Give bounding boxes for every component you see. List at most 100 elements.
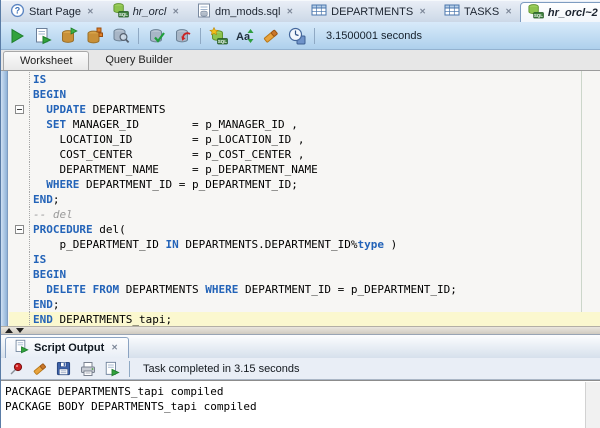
tab-label: hr_orcl [132, 5, 167, 18]
output-tab-strip: Script Output ✕ [1, 335, 600, 358]
splitter-collapse-down-icon[interactable] [16, 328, 24, 333]
code-line[interactable]: END; [9, 192, 600, 207]
unshared-worksheet-button[interactable]: SQL [208, 25, 229, 46]
tab-hr-orcl-2[interactable]: SQL hr_orcl~2 ✕ [519, 2, 600, 22]
pin-button[interactable] [7, 360, 24, 377]
code-text: WHERE DEPARTMENT_ID = p_DEPARTMENT_ID; [46, 178, 298, 191]
tab-worksheet[interactable]: Worksheet [3, 51, 90, 70]
close-icon[interactable]: ✕ [109, 343, 120, 353]
toolbar-separator [129, 360, 130, 377]
toolbar-separator [138, 27, 139, 44]
tab-label: Script Output [34, 342, 105, 354]
sql-history-button[interactable] [286, 25, 307, 46]
code-text: SET MANAGER_ID = p_MANAGER_ID , [46, 118, 298, 131]
code-line[interactable]: DEPARTMENT_NAME = p_DEPARTMENT_NAME [9, 162, 600, 177]
table-icon [311, 3, 327, 20]
code-line[interactable]: END; [9, 297, 600, 312]
clear-button[interactable] [260, 25, 281, 46]
code-line[interactable]: UPDATE DEPARTMENTS [9, 102, 600, 117]
close-icon[interactable]: ✕ [170, 7, 181, 17]
splitter-collapse-up-icon[interactable] [5, 328, 13, 333]
code-lines-container: IS BEGIN UPDATE DEPARTMENTS SET MANAGER_I… [9, 72, 600, 326]
save-button[interactable] [55, 360, 72, 377]
horizontal-splitter[interactable] [1, 326, 600, 335]
code-line[interactable]: END DEPARTMENTS_tapi; [9, 312, 600, 326]
tab-label: Worksheet [20, 55, 73, 67]
code-text: DELETE FROM DEPARTMENTS WHERE DEPARTMENT… [46, 283, 457, 296]
script-output-area[interactable]: PACKAGE DEPARTMENTS_tapi compiled PACKAG… [1, 380, 600, 428]
code-line[interactable]: SET MANAGER_ID = p_MANAGER_ID , [9, 117, 600, 132]
close-icon[interactable]: ✕ [284, 7, 295, 17]
sql-code-editor[interactable]: IS BEGIN UPDATE DEPARTMENTS SET MANAGER_I… [1, 71, 600, 326]
run-script-button[interactable] [32, 25, 53, 46]
code-text: END; [33, 298, 60, 311]
code-line[interactable]: DELETE FROM DEPARTMENTS WHERE DEPARTMENT… [9, 282, 600, 297]
rollback-button[interactable] [172, 25, 193, 46]
code-text: PROCEDURE del( [33, 223, 126, 236]
code-line[interactable]: LOCATION_ID = p_LOCATION_ID , [9, 132, 600, 147]
explain-plan-button[interactable] [84, 25, 105, 46]
output-toolbar: Task completed in 3.15 seconds [1, 358, 600, 380]
tab-label: Start Page [29, 5, 81, 18]
tab-label: hr_orcl~2 [547, 6, 598, 19]
autotrace-button[interactable] [58, 25, 79, 46]
gutter-cell [9, 312, 30, 326]
run-statement-button[interactable] [6, 25, 27, 46]
close-icon[interactable]: ✕ [503, 7, 514, 17]
tab-script-output[interactable]: Script Output ✕ [5, 337, 129, 358]
gutter-cell [9, 87, 30, 102]
close-icon[interactable]: ✕ [417, 7, 428, 17]
gutter-cell [9, 102, 30, 117]
code-text: DEPARTMENT_NAME = p_DEPARTMENT_NAME [33, 163, 318, 176]
editor-left-frame [1, 71, 8, 326]
code-line[interactable]: BEGIN [9, 267, 600, 282]
print-button[interactable] [79, 360, 96, 377]
toolbar-separator [314, 27, 315, 44]
svg-text:?: ? [15, 5, 20, 15]
gutter-cell [9, 237, 30, 252]
gutter-cell [9, 222, 30, 237]
tab-tasks[interactable]: TASKS ✕ [438, 1, 520, 22]
gutter-cell [9, 117, 30, 132]
svg-text:SQL: SQL [218, 38, 227, 43]
code-line[interactable]: BEGIN [9, 87, 600, 102]
commit-button[interactable] [146, 25, 167, 46]
code-line[interactable]: WHERE DEPARTMENT_ID = p_DEPARTMENT_ID; [9, 177, 600, 192]
tab-hr-orcl[interactable]: SQL hr_orcl ✕ [106, 1, 187, 22]
svg-text:SQL: SQL [119, 12, 128, 17]
tab-start-page[interactable]: ? Start Page ✕ [4, 1, 102, 22]
svg-text:SQL: SQL [534, 13, 543, 18]
code-line[interactable]: PROCEDURE del( [9, 222, 600, 237]
code-text: BEGIN [33, 88, 67, 101]
code-text: IS [33, 73, 47, 86]
fold-collapse-icon[interactable] [14, 105, 24, 114]
execution-timer: 3.1500001 seconds [326, 29, 423, 42]
code-line[interactable]: p_DEPARTMENT_ID IN DEPARTMENTS.DEPARTMEN… [9, 237, 600, 252]
code-text: LOCATION_ID = p_LOCATION_ID , [33, 133, 305, 146]
sql-worksheet-icon: SQL [112, 2, 129, 21]
change-case-button[interactable]: Aa [234, 25, 255, 46]
sql-tuning-advisor-button[interactable] [110, 25, 131, 46]
clear-output-button[interactable] [31, 360, 48, 377]
output-scrollbar[interactable] [585, 382, 600, 428]
code-text: BEGIN [33, 268, 67, 281]
code-line[interactable]: COST_CENTER = p_COST_CENTER , [9, 147, 600, 162]
code-text: p_DEPARTMENT_ID IN DEPARTMENTS.DEPARTMEN… [33, 238, 398, 251]
run-script-icon[interactable] [103, 360, 120, 377]
code-line[interactable]: IS [9, 72, 600, 87]
code-text: END DEPARTMENTS_tapi; [33, 313, 173, 326]
code-line[interactable]: -- del [9, 207, 600, 222]
gutter-cell [9, 177, 30, 192]
document-tab-bar: ? Start Page ✕ SQL hr_orcl ✕ dm_mods.sql… [1, 0, 600, 22]
code-text: COST_CENTER = p_COST_CENTER , [33, 148, 305, 161]
close-icon[interactable]: ✕ [85, 7, 96, 17]
tab-label: Query Builder [105, 54, 173, 66]
tab-dm-mods[interactable]: dm_mods.sql ✕ [191, 1, 301, 22]
tab-query-builder[interactable]: Query Builder [89, 50, 188, 70]
fold-collapse-icon[interactable] [14, 225, 24, 234]
table-icon [444, 3, 460, 20]
tab-departments[interactable]: DEPARTMENTS ✕ [305, 1, 434, 22]
code-line[interactable]: IS [9, 252, 600, 267]
worksheet-toolbar: SQL Aa 3.1500001 seconds [1, 22, 600, 50]
gutter-cell [9, 267, 30, 282]
